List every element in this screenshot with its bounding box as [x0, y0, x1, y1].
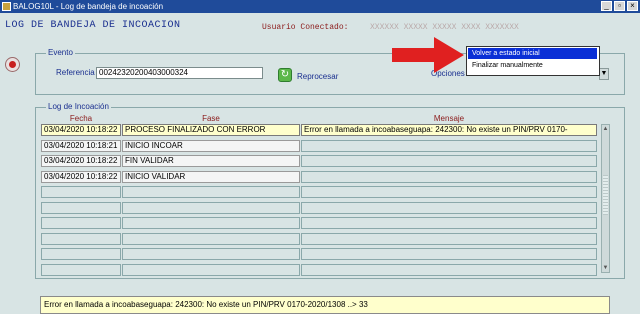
cell-mensaje[interactable] [301, 217, 597, 229]
cell-fecha[interactable]: 03/04/2020 10:18:22 [41, 124, 121, 136]
log-scrollbar[interactable]: ▲ ▼ [601, 124, 610, 273]
cell-fase[interactable]: INICIO VALIDAR [122, 171, 300, 183]
column-header-fecha: Fecha [69, 114, 93, 123]
cell-fecha[interactable] [41, 217, 121, 229]
cell-mensaje[interactable] [301, 202, 597, 214]
cell-fase[interactable] [122, 248, 300, 260]
cell-mensaje[interactable] [301, 155, 597, 167]
message-bar: Error en llamada a incoabaseguapa: 24230… [40, 296, 610, 314]
cell-mensaje[interactable]: Error en llamada a incoabaseguapa: 24230… [301, 124, 597, 136]
title-bar: BALOG10L - Log de bandeja de incoación _… [0, 0, 640, 13]
scroll-up-icon[interactable]: ▲ [602, 125, 609, 133]
cell-fase[interactable]: FIN VALIDAR [122, 155, 300, 167]
exit-icon[interactable] [5, 57, 20, 72]
cell-fecha[interactable]: 03/04/2020 10:18:22 [41, 155, 121, 167]
close-icon[interactable]: × [627, 1, 638, 11]
cell-mensaje[interactable] [301, 233, 597, 245]
cell-fecha[interactable] [41, 264, 121, 276]
referencia-field[interactable]: 00242320200403000324 [96, 67, 263, 79]
column-header-mensaje: Mensaje [433, 114, 465, 123]
user-value: XXXXXX XXXXX XXXXX XXXX XXXXXXX [370, 23, 519, 32]
form-header: LOG DE BANDEJA DE INCOACION Usuario Cone… [0, 13, 640, 43]
reprocesar-button[interactable]: Reprocesar [297, 72, 338, 81]
page-title: LOG DE BANDEJA DE INCOACION [5, 20, 181, 31]
minimize-icon[interactable]: _ [601, 1, 612, 11]
red-arrow-annotation [392, 37, 464, 73]
cell-mensaje[interactable] [301, 140, 597, 152]
cell-fecha[interactable] [41, 186, 121, 198]
cell-fase[interactable]: PROCESO FINALIZADO CON ERROR [122, 124, 300, 136]
evento-legend: Evento [46, 48, 75, 57]
dropdown-option-volver[interactable]: Volver a estado inicial [468, 48, 597, 59]
cell-fase[interactable] [122, 202, 300, 214]
cell-fecha[interactable] [41, 233, 121, 245]
cell-fecha[interactable] [41, 202, 121, 214]
cell-fecha[interactable] [41, 248, 121, 260]
user-label: Usuario Conectado: [262, 23, 349, 32]
cell-mensaje[interactable] [301, 264, 597, 276]
log-legend: Log de Incoación [46, 102, 111, 111]
window-title: BALOG10L - Log de bandeja de incoación [13, 2, 164, 11]
cell-mensaje[interactable] [301, 171, 597, 183]
cell-fecha[interactable]: 03/04/2020 10:18:22 [41, 171, 121, 183]
reprocess-icon[interactable]: ↻ [278, 68, 292, 82]
referencia-label: Referencia [56, 68, 95, 77]
scroll-thumb[interactable] [603, 175, 608, 215]
cell-fecha[interactable]: 03/04/2020 10:18:21 [41, 140, 121, 152]
column-header-fase: Fase [202, 114, 220, 123]
cell-fase[interactable] [122, 233, 300, 245]
opciones-dropdown[interactable]: Volver a estado inicial Finalizar manual… [466, 46, 600, 76]
cell-mensaje[interactable] [301, 248, 597, 260]
dropdown-option-finalizar[interactable]: Finalizar manualmente [468, 60, 597, 71]
cell-fase[interactable] [122, 264, 300, 276]
scroll-down-icon[interactable]: ▼ [602, 264, 609, 272]
maximize-icon[interactable]: ▫ [614, 1, 625, 11]
cell-mensaje[interactable] [301, 186, 597, 198]
chevron-down-icon[interactable]: ▼ [599, 68, 609, 80]
cell-fase[interactable]: INICIO INCOAR [122, 140, 300, 152]
cell-fase[interactable] [122, 186, 300, 198]
window-controls: _ ▫ × [601, 1, 638, 11]
cell-fase[interactable] [122, 217, 300, 229]
app-icon [2, 2, 11, 11]
